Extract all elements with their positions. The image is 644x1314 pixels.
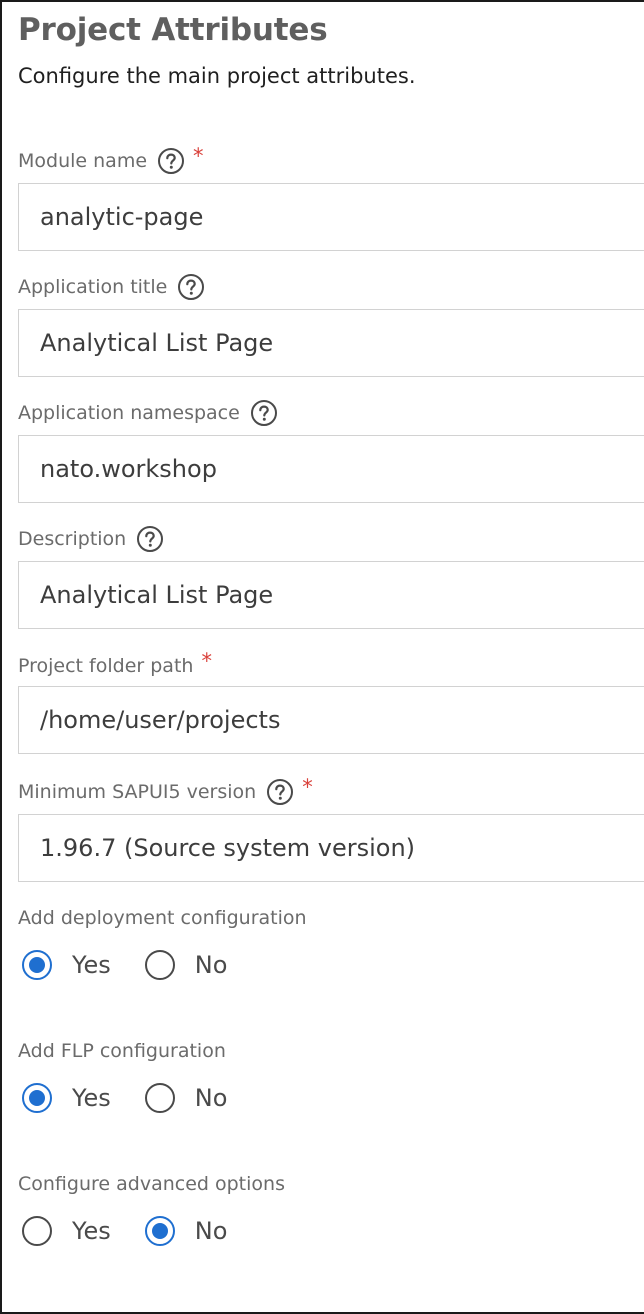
page-subtitle: Configure the main project attributes.: [18, 64, 416, 88]
flp-no-radio[interactable]: No: [144, 1083, 228, 1113]
module-name-label: Module name *: [18, 144, 204, 176]
radio-unselected-icon[interactable]: [22, 1216, 52, 1246]
radio-label: No: [194, 951, 228, 979]
project-folder-path-input[interactable]: [18, 686, 644, 754]
deployment-configuration-label: Add deployment configuration: [18, 907, 307, 929]
question-circle-icon[interactable]: [250, 399, 278, 427]
advanced-yes-radio[interactable]: Yes: [22, 1216, 111, 1246]
application-title-input[interactable]: [18, 309, 644, 377]
flp-yes-radio[interactable]: Yes: [22, 1083, 111, 1113]
module-name-input[interactable]: [18, 183, 644, 251]
minimum-sapui5-version-select[interactable]: [18, 814, 644, 882]
required-asterisk: *: [201, 649, 212, 673]
radio-unselected-icon[interactable]: [144, 1083, 175, 1113]
advanced-options-radio-group: Yes No: [22, 1211, 227, 1251]
radio-label: No: [194, 1084, 228, 1112]
minimum-sapui5-version-label: Minimum SAPUI5 version *: [18, 775, 313, 807]
required-asterisk: *: [302, 775, 313, 799]
application-namespace-input[interactable]: [18, 435, 644, 503]
module-name-label-text: Module name: [18, 150, 148, 172]
advanced-options-label: Configure advanced options: [18, 1173, 285, 1195]
radio-label: Yes: [72, 1084, 111, 1112]
question-circle-icon[interactable]: [157, 147, 185, 175]
description-label: Description: [18, 524, 164, 554]
page-title: Project Attributes: [18, 12, 328, 48]
flp-configuration-radio-group: Yes No: [22, 1078, 227, 1118]
description-input[interactable]: [18, 561, 644, 629]
question-circle-icon[interactable]: [177, 273, 205, 301]
radio-selected-icon[interactable]: [144, 1216, 175, 1246]
application-namespace-label-text: Application namespace: [18, 402, 240, 424]
question-circle-icon[interactable]: [136, 525, 164, 553]
minimum-sapui5-version-label-text: Minimum SAPUI5 version: [18, 781, 257, 803]
deployment-yes-radio[interactable]: Yes: [22, 950, 111, 980]
advanced-no-radio[interactable]: No: [144, 1216, 228, 1246]
flp-configuration-label: Add FLP configuration: [18, 1040, 226, 1062]
deployment-no-radio[interactable]: No: [144, 950, 228, 980]
radio-unselected-icon[interactable]: [144, 950, 175, 980]
application-title-label-text: Application title: [18, 276, 168, 298]
application-title-label: Application title: [18, 272, 205, 302]
radio-selected-icon[interactable]: [22, 1083, 52, 1113]
radio-selected-icon[interactable]: [22, 950, 52, 980]
project-attributes-panel: Project Attributes Configure the main pr…: [0, 0, 644, 1314]
project-folder-path-label: Project folder path *: [18, 649, 212, 681]
application-namespace-label: Application namespace: [18, 398, 278, 428]
deployment-configuration-radio-group: Yes No: [22, 945, 227, 985]
radio-label: Yes: [72, 1217, 111, 1245]
radio-label: No: [194, 1217, 228, 1245]
project-folder-path-label-text: Project folder path: [18, 655, 194, 677]
radio-label: Yes: [72, 951, 111, 979]
required-asterisk: *: [193, 144, 204, 168]
description-label-text: Description: [18, 528, 127, 550]
question-circle-icon[interactable]: [266, 778, 294, 806]
